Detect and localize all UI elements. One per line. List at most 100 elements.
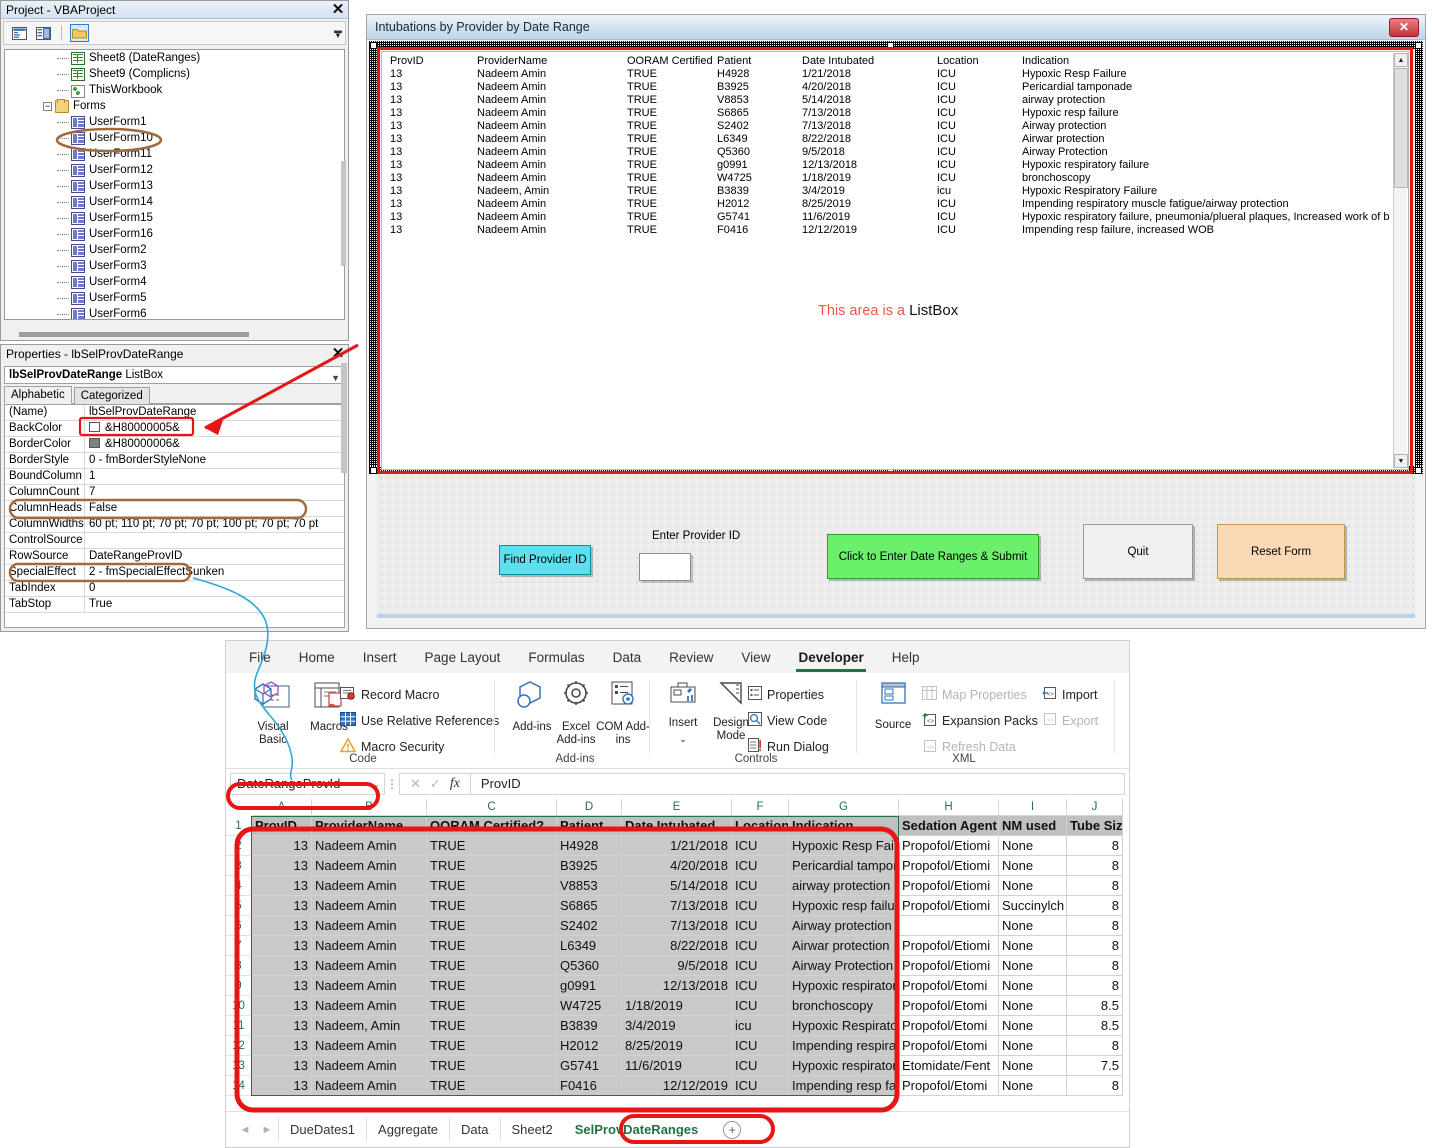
data-cell[interactable]: icu — [732, 1016, 789, 1036]
listbox-vertical-scrollbar[interactable]: ▲ ▼ — [1393, 53, 1408, 468]
data-cell[interactable]: 5/14/2018 — [622, 876, 732, 896]
data-cell[interactable]: 8.5 — [1067, 996, 1123, 1016]
data-cell[interactable]: Hypoxic respiratory — [789, 1056, 899, 1076]
chevron-down-icon[interactable]: ⌄ — [372, 774, 380, 794]
data-cell[interactable]: Propofol/Etomi — [899, 1076, 999, 1096]
column-header-A[interactable]: A — [252, 799, 312, 816]
data-cell[interactable]: 13 — [252, 936, 312, 956]
data-cell[interactable]: None — [999, 976, 1067, 996]
row-header-13[interactable]: 13 — [226, 1056, 252, 1076]
data-cell[interactable]: Nadeem Amin — [312, 936, 427, 956]
project-tree-item-userform1[interactable]: UserForm1 — [5, 114, 344, 130]
close-icon[interactable]: ✕ — [330, 1, 346, 18]
listbox-row[interactable]: 13 Nadeem Amin TRUE V8853 5/14/2018 ICU airway… — [382, 94, 1408, 107]
header-cell[interactable]: Patient — [557, 816, 622, 836]
data-cell[interactable]: Propofol/Etomi — [899, 996, 999, 1016]
project-tree-item-userform3[interactable]: UserForm3 — [5, 258, 344, 274]
data-cell[interactable]: g0991 — [557, 976, 622, 996]
data-cell[interactable]: ICU — [732, 896, 789, 916]
data-cell[interactable]: airway protection — [789, 876, 899, 896]
data-cell[interactable]: Airwar protection — [789, 936, 899, 956]
data-cell[interactable]: Nadeem Amin — [312, 876, 427, 896]
data-cell[interactable]: 13 — [252, 1016, 312, 1036]
data-cell[interactable]: 12/12/2019 — [622, 1076, 732, 1096]
expansion-packs-button[interactable]: <> Expansion Packs — [922, 708, 1038, 733]
data-cell[interactable]: Pericardial tampon — [789, 856, 899, 876]
row-header-9[interactable]: 9 — [226, 976, 252, 996]
resize-handle-top-right[interactable] — [1415, 42, 1422, 49]
data-cell[interactable]: 9/5/2018 — [622, 956, 732, 976]
data-cell[interactable]: H2012 — [557, 1036, 622, 1056]
data-cell[interactable]: Nadeem Amin — [312, 916, 427, 936]
column-header-F[interactable]: F — [732, 799, 789, 816]
property-row[interactable]: TabIndex 0 — [5, 581, 344, 597]
property-row[interactable]: RowSource DateRangeProvID — [5, 549, 344, 565]
listbox-row[interactable]: 13 Nadeem Amin TRUE S6865 7/13/2018 ICU Hypoxi… — [382, 107, 1408, 120]
listbox-row[interactable]: 13 Nadeem Amin TRUE g0991 12/13/2018 ICU Hypox… — [382, 159, 1408, 172]
listbox-lbSelProvDateRange[interactable]: ProvID ProviderName OORAM Certified Patient… — [381, 51, 1409, 470]
data-cell[interactable]: Propofol/Etiomi — [899, 956, 999, 976]
data-cell[interactable]: bronchoscopy — [789, 996, 899, 1016]
resize-handle-top-center[interactable] — [887, 42, 894, 49]
find-provider-id-button[interactable]: Find Provider ID — [499, 545, 591, 575]
property-value[interactable]: &H80000006& — [85, 437, 344, 452]
toolbar-overflow-icon[interactable]: ▬ ▼ — [332, 23, 344, 43]
data-cell[interactable]: None — [999, 916, 1067, 936]
data-cell[interactable]: 13 — [252, 916, 312, 936]
data-cell[interactable]: None — [999, 836, 1067, 856]
data-cell[interactable]: 7/13/2018 — [622, 896, 732, 916]
property-row[interactable]: ColumnCount 7 — [5, 485, 344, 501]
data-cell[interactable]: ICU — [732, 956, 789, 976]
project-tree-item-userform4[interactable]: UserForm4 — [5, 274, 344, 290]
data-cell[interactable]: 8 — [1067, 976, 1123, 996]
data-cell[interactable]: L6349 — [557, 936, 622, 956]
project-tree-item-userform12[interactable]: UserForm12 — [5, 162, 344, 178]
ribbon-tab-insert[interactable]: Insert — [352, 646, 408, 669]
data-cell[interactable]: TRUE — [427, 1036, 557, 1056]
column-header-C[interactable]: C — [427, 799, 557, 816]
column-header-G[interactable]: G — [789, 799, 899, 816]
property-value[interactable]: lbSelProvDateRange — [85, 405, 344, 420]
data-cell[interactable]: None — [999, 1036, 1067, 1056]
ribbon-tab-page-layout[interactable]: Page Layout — [414, 646, 512, 669]
project-tree-item-forms[interactable]: − Forms — [5, 98, 344, 114]
formula-input[interactable]: ProvID — [470, 773, 1125, 795]
source-button[interactable]: Source — [866, 679, 920, 732]
property-row[interactable]: BorderStyle 0 - fmBorderStyleNone — [5, 453, 344, 469]
properties-grid[interactable]: (Name) lbSelProvDateRange BackColor &H80000… — [4, 404, 345, 628]
data-cell[interactable]: None — [999, 1056, 1067, 1076]
row-header-7[interactable]: 7 — [226, 936, 252, 956]
data-cell[interactable]: Hypoxic resp failure — [789, 896, 899, 916]
data-cell[interactable]: Nadeem Amin — [312, 956, 427, 976]
data-cell[interactable]: ICU — [732, 1056, 789, 1076]
property-row[interactable]: ColumnWidths 60 pt; 110 pt; 70 pt; 70 pt;… — [5, 517, 344, 533]
formula-bar-options-icon[interactable]: ⋮ — [385, 777, 399, 791]
project-tree-horizontal-scrollbar[interactable] — [19, 332, 249, 337]
scroll-down-icon[interactable]: ▼ — [1394, 454, 1408, 468]
quit-button[interactable]: Quit — [1083, 524, 1193, 579]
data-cell[interactable]: 8/25/2019 — [622, 1036, 732, 1056]
data-cell[interactable]: Propofol/Etomi — [899, 1036, 999, 1056]
row-header-8[interactable]: 8 — [226, 956, 252, 976]
row-header-2[interactable]: 2 — [226, 836, 252, 856]
data-cell[interactable]: V8853 — [557, 876, 622, 896]
listbox-row[interactable]: 13 Nadeem, Amin TRUE B3839 3/4/2019 icu Hypoxi… — [382, 185, 1408, 198]
project-tree-item-userform13[interactable]: UserForm13 — [5, 178, 344, 194]
data-cell[interactable]: F0416 — [557, 1076, 622, 1096]
data-cell[interactable]: TRUE — [427, 936, 557, 956]
data-cell[interactable]: Nadeem Amin — [312, 996, 427, 1016]
toggle-folders-icon[interactable] — [70, 24, 89, 42]
data-cell[interactable]: 1/18/2019 — [622, 996, 732, 1016]
reset-form-button[interactable]: Reset Form — [1217, 524, 1345, 579]
sheet-tab-aggregate[interactable]: Aggregate — [366, 1118, 449, 1141]
insert-control-button[interactable]: Insert ⌄ — [656, 679, 710, 746]
com-add-ins-button[interactable]: COM Add-ins — [596, 679, 650, 747]
data-cell[interactable]: None — [999, 1016, 1067, 1036]
data-cell[interactable]: W4725 — [557, 996, 622, 1016]
listbox-row[interactable]: 13 Nadeem Amin TRUE L6349 8/22/2018 ICU Airwar… — [382, 133, 1408, 146]
property-value[interactable]: 0 - fmBorderStyleNone — [85, 453, 344, 468]
visual-basic-button[interactable]: Visual Basic — [246, 679, 300, 747]
scrollbar-thumb[interactable] — [1394, 68, 1408, 188]
data-cell[interactable]: 11/6/2019 — [622, 1056, 732, 1076]
data-cell[interactable]: Propofol/Etiomi — [899, 896, 999, 916]
